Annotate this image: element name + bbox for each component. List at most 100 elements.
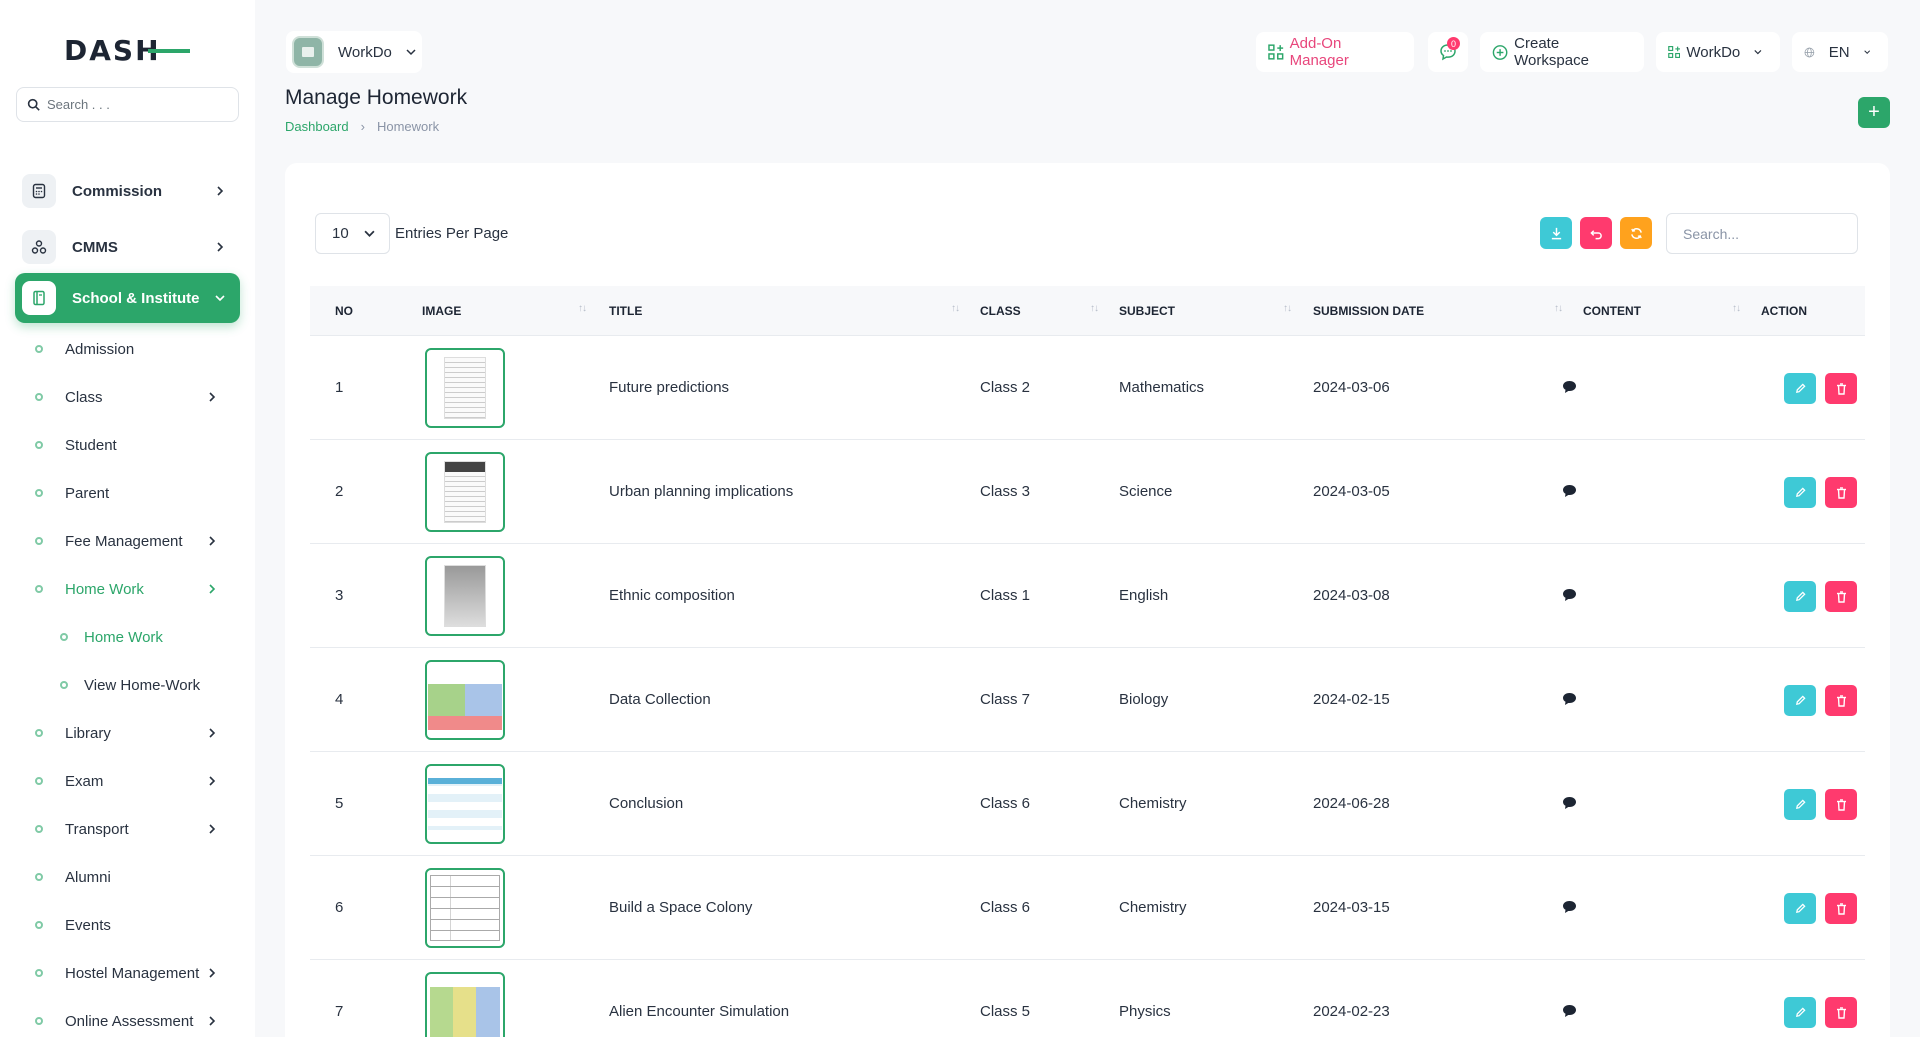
edit-button[interactable] [1784,477,1816,508]
sidebar-subitem-parent[interactable]: Parent [35,478,235,508]
sidebar-subitem-class[interactable]: Class [35,382,235,412]
column-title[interactable]: TITLE [609,304,642,318]
sidebar-item-commission[interactable]: Commission [15,166,240,216]
sidebar-search[interactable]: Search . . . [16,87,239,122]
sidebar-search-placeholder: Search . . . [47,97,110,112]
undo-button[interactable] [1580,217,1612,249]
chevron-right-icon [209,536,216,546]
row-title: Urban planning implications [609,483,794,500]
sidebar-menu: Commission CMMS School & Institute Admis… [0,130,255,1037]
edit-button[interactable] [1784,581,1816,612]
row-class: Class 3 [980,483,1031,500]
homework-image[interactable] [425,452,505,532]
sidebar-subitem-exam[interactable]: Exam [35,766,235,796]
homework-image[interactable] [425,868,505,948]
workspace-switcher[interactable]: WorkDo [1656,32,1780,72]
delete-button[interactable] [1825,789,1857,820]
row-title: Conclusion [609,795,684,812]
sort-icon[interactable]: ↑↓ [1554,303,1563,314]
sidebar-subitem-home-work[interactable]: Home Work [35,574,235,604]
entries-per-page-label: Entries Per Page [395,225,509,242]
comment-icon[interactable] [1562,1004,1577,1018]
comment-icon[interactable] [1562,692,1577,706]
homework-image[interactable] [425,764,505,844]
sort-icon[interactable]: ↑↓ [1732,303,1741,314]
breadcrumb-dashboard-link[interactable]: Dashboard [285,119,349,134]
sidebar-subitem-home-work-list[interactable]: Home Work [60,622,240,652]
edit-button[interactable] [1784,373,1816,404]
chevron-down-icon [1754,50,1762,55]
column-subject[interactable]: SUBJECT [1119,304,1175,318]
sidebar-subitem-online-assessment[interactable]: Online Assessment [35,1006,235,1036]
sidebar-subitem-alumni[interactable]: Alumni [35,862,235,892]
homework-image[interactable] [425,660,505,740]
row-class: Class 7 [980,691,1031,708]
sidebar-subitem-view-home-work[interactable]: View Home-Work [60,670,240,700]
table-search-input[interactable]: Search... [1666,213,1858,254]
addon-manager-button[interactable]: Add-On Manager [1256,32,1414,72]
sidebar-item-cmms[interactable]: CMMS [15,222,240,272]
sort-icon[interactable]: ↑↓ [1283,303,1292,314]
sidebar-item-school-institute[interactable]: School & Institute [15,273,240,323]
dash-logo[interactable]: DASH [64,36,190,66]
bullet-icon [35,825,43,833]
pencil-icon [1795,799,1806,809]
column-image[interactable]: IMAGE [422,304,461,318]
workspace-dropdown[interactable]: WorkDo [286,31,422,73]
language-dropdown[interactable]: EN [1792,32,1888,72]
edit-button[interactable] [1784,893,1816,924]
sidebar-subitem-hostel-management[interactable]: Hostel Management [35,958,235,988]
add-homework-button[interactable]: + [1858,97,1890,128]
column-content[interactable]: CONTENT [1583,304,1641,318]
column-submission-date[interactable]: SUBMISSION DATE [1313,304,1424,318]
edit-button[interactable] [1784,997,1816,1028]
messages-button[interactable]: 0 [1428,32,1468,72]
delete-button[interactable] [1825,477,1857,508]
column-class[interactable]: CLASS [980,304,1021,318]
bullet-icon [35,1017,43,1025]
row-subject: Physics [1119,1003,1171,1020]
sort-icon[interactable]: ↑↓ [951,303,960,314]
sidebar-subitem-transport[interactable]: Transport [35,814,235,844]
delete-button[interactable] [1825,581,1857,612]
table-row: 3 Ethnic composition Class 1 English 202… [310,544,1865,648]
sort-icon[interactable]: ↑↓ [578,303,587,314]
sidebar-subitem-library[interactable]: Library [35,718,235,748]
sidebar-subitem-events[interactable]: Events [35,910,235,940]
pencil-icon [1795,903,1806,913]
chevron-down-icon [215,295,225,302]
table-row: 1 Future predictions Class 2 Mathematics… [310,336,1865,440]
comment-icon[interactable] [1562,796,1577,810]
sidebar-subitem-admission[interactable]: Admission [35,334,235,364]
homework-image[interactable] [425,972,505,1037]
export-button[interactable] [1540,217,1572,249]
download-icon [1551,227,1561,239]
create-workspace-button[interactable]: Create Workspace [1480,32,1644,72]
search-icon [27,98,40,111]
homework-image[interactable] [425,348,505,428]
edit-button[interactable] [1784,789,1816,820]
homework-image[interactable] [425,556,505,636]
comment-icon[interactable] [1562,484,1577,498]
apps-icon [1668,46,1681,58]
delete-button[interactable] [1825,997,1857,1028]
sidebar-subitem-student[interactable]: Student [35,430,235,460]
bullet-icon [35,585,43,593]
sort-icon[interactable]: ↑↓ [1090,303,1099,314]
comment-icon[interactable] [1562,900,1577,914]
comment-icon[interactable] [1562,588,1577,602]
nodes-icon [22,230,56,264]
delete-button[interactable] [1825,373,1857,404]
delete-button[interactable] [1825,893,1857,924]
sidebar-subitem-label: Fee Management [65,532,183,550]
trash-icon [1836,382,1846,395]
edit-button[interactable] [1784,685,1816,716]
entries-per-page-select[interactable]: 10 [315,213,390,254]
sidebar-subitem-fee-management[interactable]: Fee Management [35,526,235,556]
delete-button[interactable] [1825,685,1857,716]
table-row: 6 Build a Space Colony Class 6 Chemistry… [310,856,1865,960]
refresh-button[interactable] [1620,217,1652,249]
column-no[interactable]: NO [335,304,353,318]
comment-icon[interactable] [1562,380,1577,394]
trash-icon [1836,486,1846,499]
